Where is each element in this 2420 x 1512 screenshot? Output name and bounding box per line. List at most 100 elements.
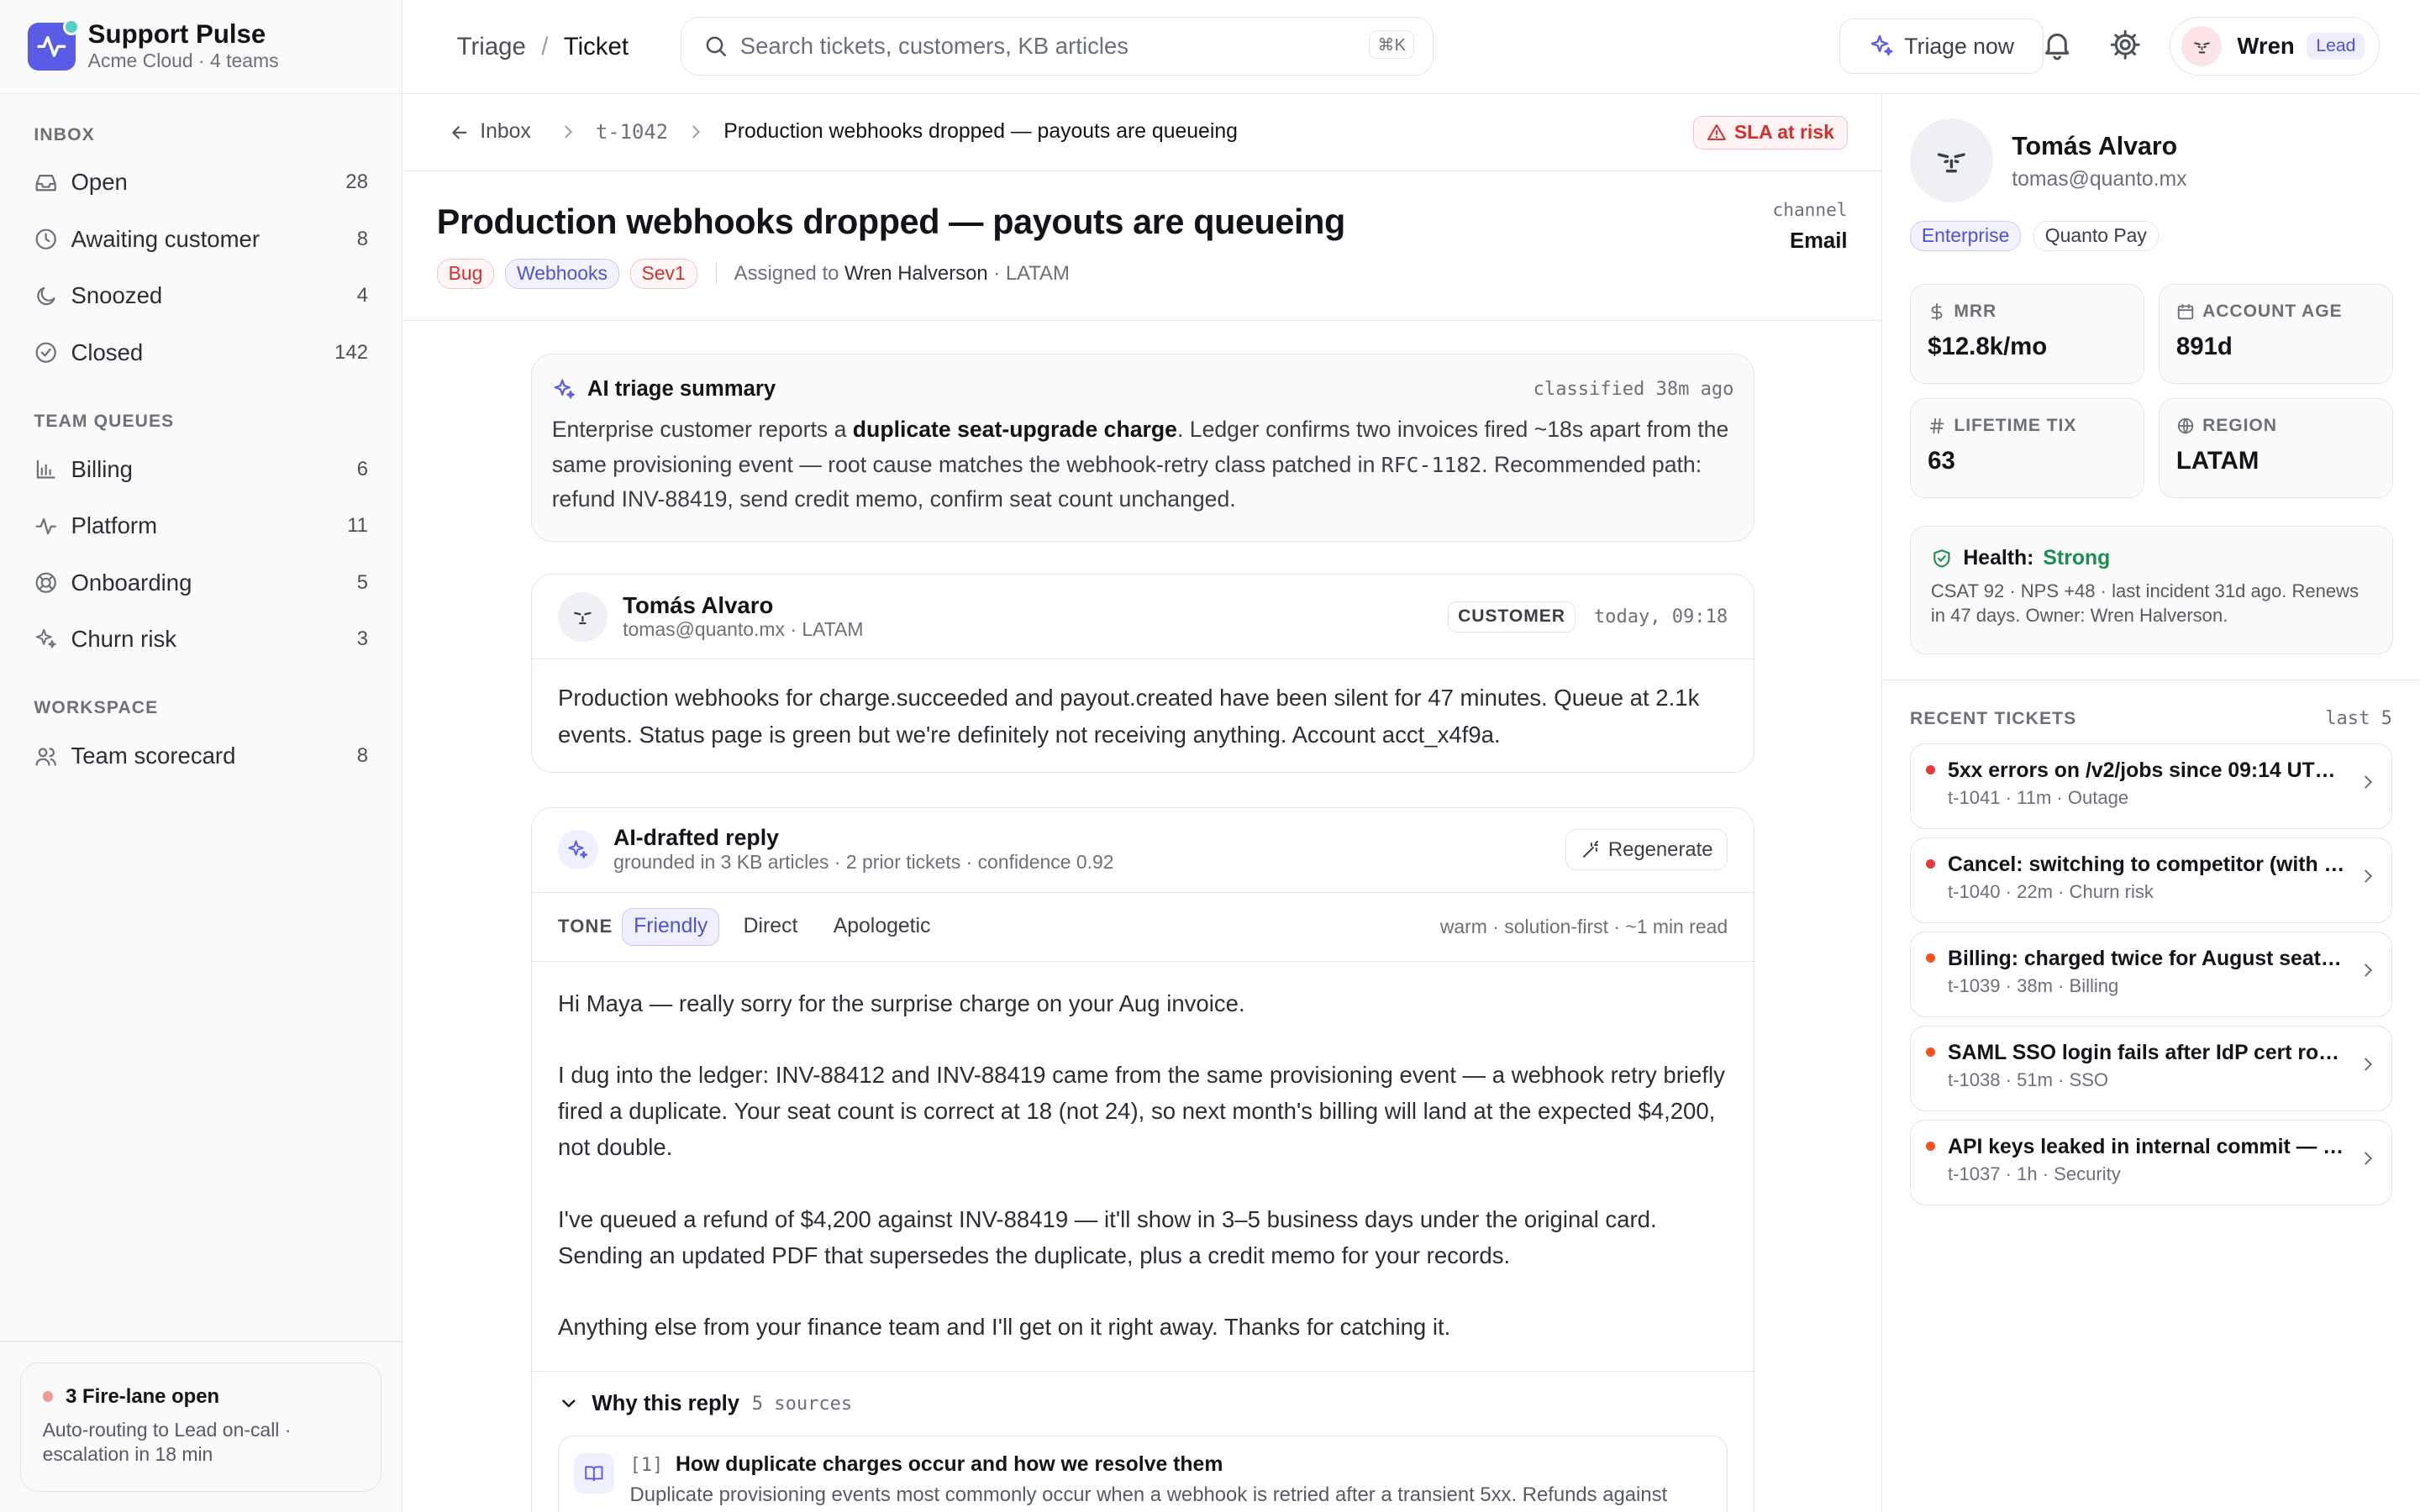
stat-mrr: MRR $12.8k/mo: [1909, 283, 2145, 385]
reply-paragraph: Hi Maya — really sorry for the surprise …: [558, 990, 1245, 1016]
recent-ticket-item[interactable]: API keys leaked in internal commit — n… t…: [1909, 1119, 2392, 1206]
ai-summary-highlight: duplicate seat-upgrade charge: [852, 417, 1177, 443]
sidebar-item-count: 11: [347, 514, 368, 538]
sidebar-item-team-scorecard[interactable]: Team scorecard 8: [0, 727, 402, 784]
tag-enterprise[interactable]: Enterprise: [1909, 220, 2022, 251]
tone-direct[interactable]: Direct: [732, 908, 809, 946]
ticket-breadcrumb: Inbox t-1042 Production webhooks dropped…: [402, 94, 1881, 171]
logo: [28, 18, 81, 71]
tone-friendly[interactable]: Friendly: [622, 908, 720, 946]
assignment: Assigned to Wren Halverson · LATAM: [734, 262, 1070, 286]
message-author[interactable]: Tomás Alvaro: [623, 592, 863, 618]
ai-icon-badge: [558, 829, 598, 870]
search-box[interactable]: ⌘K: [680, 17, 1434, 76]
recent-ticket-item[interactable]: 5xx errors on /v2/jobs since 09:14 UTC… t…: [1909, 743, 2392, 830]
brand-sub: Acme Cloud · 4 teams: [87, 50, 279, 72]
why-this-reply-toggle[interactable]: Why this reply 5 sources: [531, 1370, 1754, 1436]
pulse-logo-icon: [37, 36, 66, 57]
chevron-right-icon: [2365, 1058, 2373, 1071]
sidebar-item-onboarding[interactable]: Onboarding 5: [0, 554, 402, 611]
health-value: Strong: [2043, 547, 2111, 570]
recent-tickets-range: last 5: [2325, 708, 2392, 730]
ticket-id: t-1042: [595, 120, 669, 144]
stat-value: 891d: [2175, 332, 2233, 360]
user-role-badge: Lead: [2307, 33, 2365, 60]
logo-status-dot: [63, 18, 81, 35]
sidebar-item-count: 4: [356, 284, 368, 307]
tone-apologetic[interactable]: Apologetic: [822, 908, 942, 946]
chevron-right-icon: [2365, 1152, 2373, 1165]
assignee-name[interactable]: Wren Halverson: [844, 262, 988, 285]
sidebar-item-label: Open: [71, 169, 128, 196]
bell-icon[interactable]: [2040, 28, 2074, 61]
breadcrumb: Triage / Ticket: [457, 33, 629, 61]
divider: [715, 263, 718, 285]
book-icon: [585, 1466, 603, 1482]
sidebar-item-platform[interactable]: Platform 11: [0, 498, 402, 554]
inbox-section-label: INBOX: [34, 124, 95, 144]
breadcrumb-separator: /: [541, 32, 549, 60]
customer-email[interactable]: tomas@quanto.mx: [2012, 168, 2186, 192]
user-menu[interactable]: Wren Lead: [2170, 17, 2381, 76]
chevron-right-icon: [2365, 870, 2373, 883]
recent-ticket-title: API keys leaked in internal commit — n…: [1948, 1135, 2346, 1158]
regenerate-button[interactable]: Regenerate: [1565, 828, 1728, 871]
sidebar-item-awaiting-customer[interactable]: Awaiting customer 8: [0, 211, 402, 267]
stat-value: $12.8k/mo: [1928, 332, 2048, 360]
search-shortcut: ⌘K: [1369, 29, 1415, 60]
sidebar-item-count: 3: [356, 627, 368, 651]
tag-webhooks[interactable]: Webhooks: [505, 258, 619, 290]
back-to-inbox-link[interactable]: Inbox: [480, 120, 531, 144]
stat-value: 63: [1928, 446, 1955, 475]
sidebar-item-label: Team scorecard: [71, 743, 236, 769]
pulse-icon: [35, 517, 57, 534]
draft-title: AI-drafted reply: [613, 825, 779, 851]
stat-label: ACCOUNT AGE: [2202, 302, 2343, 322]
sidebar-item-label: Billing: [71, 455, 133, 482]
sidebar-item-closed[interactable]: Closed 142: [0, 324, 402, 381]
recent-ticket-item[interactable]: SAML SSO login fails after IdP cert rota…: [1909, 1025, 2392, 1112]
tag-bug[interactable]: Bug: [436, 258, 495, 290]
tag-organization[interactable]: Quanto Pay: [2033, 220, 2159, 251]
breadcrumb-triage[interactable]: Triage: [457, 33, 526, 61]
avatar: [1909, 118, 1994, 202]
topbar: Triage / Ticket ⌘K Triage now Wren Lead: [402, 0, 2420, 95]
ai-triage-summary: AI triage summary classified 38m ago Ent…: [530, 353, 1755, 542]
recent-ticket-title: SAML SSO login fails after IdP cert rota…: [1948, 1041, 2346, 1064]
reply-editor[interactable]: Hi Maya — really sorry for the surprise …: [532, 962, 1754, 1371]
ai-summary-timestamp: classified 38m ago: [1533, 379, 1734, 401]
sidebar-item-count: 5: [356, 570, 368, 594]
recent-ticket-item[interactable]: Cancel: switching to competitor (with f……: [1909, 837, 2392, 924]
regenerate-label: Regenerate: [1607, 837, 1713, 861]
sidebar-item-billing[interactable]: Billing 6: [0, 441, 402, 497]
tag-sev1[interactable]: Sev1: [629, 258, 697, 290]
recent-tickets-label: RECENT TICKETS: [1909, 708, 2077, 728]
ticket-view: Inbox t-1042 Production webhooks dropped…: [402, 94, 1881, 1512]
sidebar-item-open[interactable]: Open 28: [0, 155, 402, 211]
search-input[interactable]: [739, 33, 1327, 60]
gear-icon[interactable]: [2108, 28, 2142, 61]
sidebar-item-label: Snoozed: [71, 282, 163, 309]
sidebar-item-snoozed[interactable]: Snoozed 4: [0, 268, 402, 324]
sidebar-item-churn-risk[interactable]: Churn risk 3: [0, 611, 402, 667]
ai-summary-title: AI triage summary: [587, 377, 776, 402]
source-title: How duplicate charges occur and how we r…: [675, 1453, 1223, 1477]
breadcrumb-ticket: Ticket: [563, 32, 629, 60]
message-timestamp: today, 09:18: [1593, 606, 1728, 627]
ai-summary-code: RFC-1182: [1381, 452, 1482, 477]
avatar-face-icon: [2193, 41, 2210, 54]
recent-ticket-item[interactable]: Billing: charged twice for August seat ……: [1909, 931, 2392, 1018]
triage-now-button[interactable]: Triage now: [1839, 18, 2044, 75]
firelane-card[interactable]: 3 Fire-lane open Auto-routing to Lead on…: [19, 1362, 381, 1493]
recent-ticket-meta: t-1041 · 11m · Outage: [1948, 787, 2129, 809]
source-item[interactable]: [1] How duplicate charges occur and how w…: [558, 1436, 1728, 1512]
stat-lifetime-tix: LIFETIME TIX 63: [1909, 397, 2145, 499]
user-name: Wren: [2237, 33, 2295, 60]
brand[interactable]: Support Pulse Acme Cloud · 4 teams: [0, 0, 402, 95]
workspace-label: WORKSPACE: [34, 698, 159, 718]
brand-name: Support Pulse: [87, 19, 266, 50]
hash-icon: [1929, 417, 1944, 434]
chevron-right-icon: [565, 126, 572, 139]
assigned-prefix: Assigned to: [734, 261, 839, 285]
channel-value: Email: [1789, 228, 1848, 253]
